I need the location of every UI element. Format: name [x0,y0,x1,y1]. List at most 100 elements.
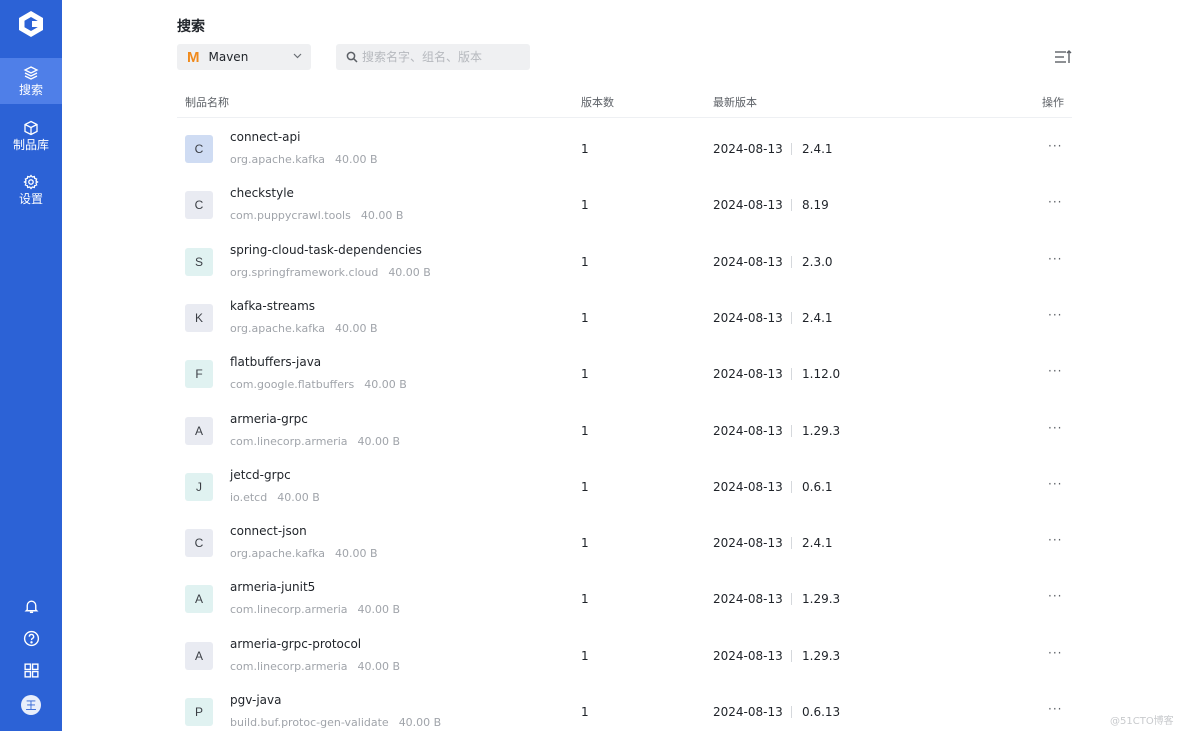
header-divider [177,117,1072,118]
artifact-meta: com.linecorp.armeria 40.00 B [230,603,400,616]
more-actions-icon[interactable]: ··· [1048,533,1062,547]
artifact-name[interactable]: armeria-grpc [230,412,308,426]
more-actions-icon[interactable]: ··· [1048,421,1062,435]
sidebar-item-search[interactable]: 搜索 [0,58,62,104]
table-row[interactable]: Ppgv-java build.buf.protoc-gen-validate 40… [177,682,1072,738]
artifact-name[interactable]: armeria-grpc-protocol [230,637,361,651]
artifact-meta: com.linecorp.armeria 40.00 B [230,660,400,673]
column-header-name: 制品名称 [185,96,229,109]
more-actions-icon[interactable]: ··· [1048,646,1062,660]
artifact-meta: org.springframework.cloud 40.00 B [230,266,431,279]
divider [791,593,792,606]
artifact-size: 40.00 B [335,153,378,166]
artifact-meta: io.etcd 40.00 B [230,491,320,504]
more-actions-icon[interactable]: ··· [1048,139,1062,153]
version-count: 1 [581,142,589,156]
more-actions-icon[interactable]: ··· [1048,195,1062,209]
latest-version-date: 2024-08-13 [713,423,783,438]
repo-type-select[interactable]: M Maven [177,44,311,70]
artifact-name[interactable]: connect-api [230,130,300,144]
sidebar-item-repository[interactable]: 制品库 [0,113,62,159]
sidebar-item-settings[interactable]: 设置 [0,167,62,213]
artifact-letter-badge: A [185,416,213,445]
latest-version-date: 2024-08-13 [713,648,783,663]
artifact-meta: org.apache.kafka 40.00 B [230,547,378,560]
search-box [336,44,530,70]
artifact-letter-badge: C [185,191,213,220]
artifact-size: 40.00 B [357,434,401,448]
bell-icon[interactable] [23,598,40,615]
artifact-size: 40.00 B [277,490,320,504]
version-count: 1 [581,310,589,325]
artifact-group: build.buf.protoc-gen-validate [230,716,389,729]
divider [791,143,792,155]
more-actions-icon[interactable]: ··· [1048,308,1062,322]
artifact-letter-badge: C [185,529,213,558]
artifact-name[interactable]: armeria-junit5 [230,580,315,594]
artifact-group: org.apache.kafka [230,321,325,335]
help-icon[interactable] [23,630,40,647]
artifact-name[interactable]: kafka-streams [230,299,315,313]
artifact-letter-badge: A [185,585,213,614]
table-row[interactable]: Aarmeria-grpc com.linecorp.armeria 40.00 B… [177,401,1072,457]
latest-version: 1.29.3 [802,592,841,607]
artifact-letter-badge: K [185,303,213,332]
artifact-name[interactable]: checkstyle [230,186,294,200]
table-row[interactable]: Kkafka-streams org.apache.kafka 40.00 B 1 20… [177,288,1072,344]
artifact-size: 40.00 B [335,321,378,335]
cube-icon [24,120,38,135]
artifact-letter-badge: S [185,247,213,276]
grid-icon[interactable] [23,662,40,679]
table-row[interactable]: Sspring-cloud-task-dependencies org.sprin… [177,232,1072,288]
version-count: 1 [581,254,589,269]
artifact-group: com.linecorp.armeria [230,659,348,673]
artifact-group: com.google.flatbuffers [230,378,355,392]
sidebar-item-label: 搜索 [18,82,43,97]
more-actions-icon[interactable]: ··· [1048,364,1062,378]
artifact-name[interactable]: connect-json [230,524,307,538]
artifact-group: com.linecorp.armeria [230,603,348,617]
more-actions-icon[interactable]: ··· [1048,477,1062,491]
divider [791,706,792,718]
artifact-letter-badge: C [185,135,213,163]
artifact-letter-badge: F [185,360,213,389]
version-count: 1 [581,592,589,607]
latest-version: 8.19 [802,198,829,213]
artifact-name[interactable]: flatbuffers-java [230,355,321,369]
table-row[interactable]: Cconnect-api org.apache.kafka 40.00 B 1 2024… [177,119,1072,175]
artifact-group: org.apache.kafka [230,547,325,561]
table-row[interactable]: Aarmeria-grpc-protocol com.linecorp.armer… [177,626,1072,682]
artifact-size: 40.00 B [335,547,378,561]
more-actions-icon[interactable]: ··· [1048,702,1062,716]
search-input[interactable] [362,50,522,64]
latest-version-date: 2024-08-13 [713,142,783,156]
sidebar-item-label: 制品库 [12,137,49,152]
artifact-size: 40.00 B [357,659,401,673]
artifact-group: com.linecorp.armeria [230,434,348,448]
artifact-size: 40.00 B [360,209,404,223]
table-row[interactable]: Fflatbuffers-java com.google.flatbuffers 4… [177,344,1072,400]
artifact-name[interactable]: jetcd-grpc [230,468,291,482]
artifact-meta: org.apache.kafka 40.00 B [230,153,378,166]
avatar[interactable]: 王 [21,695,41,715]
artifact-size: 40.00 B [357,603,401,617]
app-logo[interactable] [17,10,45,38]
artifact-group: org.springframework.cloud [230,265,379,279]
column-header-version-count: 版本数 [581,96,614,109]
artifact-size: 40.00 B [398,716,442,729]
column-header-actions: 操作 [1042,96,1064,109]
column-header-latest-version: 最新版本 [713,96,757,109]
table-row[interactable]: Jjetcd-grpc io.etcd 40.00 B 1 2024-08-13 0.6.… [177,457,1072,513]
table-row[interactable]: Ccheckstyle com.puppycrawl.tools 40.00 B 1 2… [177,175,1072,231]
more-actions-icon[interactable]: ··· [1048,252,1062,266]
artifact-group: org.apache.kafka [230,153,325,166]
artifact-name[interactable]: spring-cloud-task-dependencies [230,243,422,257]
version-count: 1 [581,536,589,551]
table-row[interactable]: Aarmeria-junit5 com.linecorp.armeria 40.00… [177,569,1072,625]
sort-icon[interactable] [1054,49,1072,65]
table-row[interactable]: Cconnect-json org.apache.kafka 40.00 B 1 202… [177,513,1072,569]
latest-version: 2.4.1 [802,142,833,156]
latest-version: 2.4.1 [802,310,833,325]
artifact-name[interactable]: pgv-java [230,693,282,707]
more-actions-icon[interactable]: ··· [1048,589,1062,603]
